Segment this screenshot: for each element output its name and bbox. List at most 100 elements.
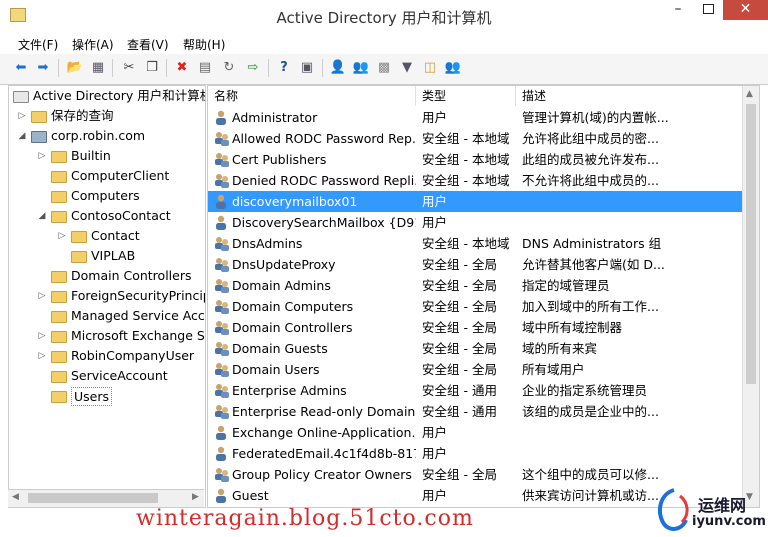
- group-icon: [215, 258, 229, 272]
- tree-item[interactable]: Managed Service Acco: [9, 306, 205, 326]
- scroll-up-icon[interactable]: ▲: [746, 89, 753, 99]
- collapse-arrow-icon[interactable]: ◢: [37, 206, 47, 226]
- menu-file[interactable]: 文件(F): [18, 36, 58, 53]
- tree-item[interactable]: Computers: [9, 186, 205, 206]
- cell-description: 该组的成员是企业中的...: [522, 404, 659, 419]
- cell-type: 安全组 - 本地域: [422, 173, 510, 188]
- tree-item-label: Microsoft Exchange Se: [71, 328, 206, 343]
- expand-arrow-icon[interactable]: ▷: [17, 106, 27, 126]
- user-icon: [216, 215, 226, 230]
- close-button[interactable]: ✕: [723, 0, 768, 20]
- filter-icon[interactable]: ▼: [398, 59, 416, 77]
- list-row[interactable]: Enterprise Read-only Domain... 安全组 - 通用 该组…: [208, 401, 743, 422]
- tree-horizontal-scrollbar[interactable]: ◀ ▶: [8, 489, 204, 507]
- scroll-thumb[interactable]: [746, 104, 756, 384]
- expand-arrow-icon[interactable]: ▷: [37, 346, 47, 366]
- tree-item[interactable]: VIPLAB: [9, 246, 205, 266]
- up-folder-icon[interactable]: 📂: [66, 59, 84, 77]
- tree-item[interactable]: ▷ RobinCompanyUser: [9, 346, 205, 366]
- tree-item[interactable]: ▷ Builtin: [9, 146, 205, 166]
- cell-description: 此组的成员被允许发布...: [522, 152, 659, 167]
- scroll-thumb[interactable]: [28, 493, 158, 503]
- cell-name: Domain Controllers: [232, 320, 353, 335]
- collapse-arrow-icon[interactable]: ◢: [17, 126, 27, 146]
- list-row[interactable]: Domain Guests 安全组 - 全局 域的所有来宾: [208, 338, 743, 359]
- minimize-button[interactable]: –: [663, 0, 693, 20]
- list-row[interactable]: Domain Controllers 安全组 - 全局 域中所有域控制器: [208, 317, 743, 338]
- maximize-button[interactable]: [693, 0, 723, 20]
- tree-item[interactable]: Domain Controllers: [9, 266, 205, 286]
- copy-icon[interactable]: ❐: [143, 59, 161, 77]
- tree-item[interactable]: ComputerClient: [9, 166, 205, 186]
- tree-item[interactable]: Users: [9, 386, 205, 406]
- list-row[interactable]: DnsUpdateProxy 安全组 - 全局 允许替其他客户端(如 D...: [208, 254, 743, 275]
- column-header-name[interactable]: 名称: [208, 86, 416, 106]
- menu-help[interactable]: 帮助(H): [183, 36, 225, 53]
- console-icon[interactable]: ▣: [298, 59, 316, 77]
- add-to-group-icon[interactable]: 👥: [444, 59, 462, 77]
- list-row[interactable]: discoverymailbox01 用户: [208, 191, 743, 212]
- export-icon[interactable]: ⇨: [244, 59, 262, 77]
- list-row[interactable]: Denied RODC Password Repli... 安全组 - 本地域 不允…: [208, 170, 743, 191]
- new-ou-icon[interactable]: ▩: [375, 59, 393, 77]
- tree-item[interactable]: ▷ Contact: [9, 226, 205, 246]
- tree-item[interactable]: ▷ ForeignSecurityPrincipa: [9, 286, 205, 306]
- folder-icon: [51, 191, 67, 203]
- folder-icon: [71, 231, 87, 243]
- list-row[interactable]: Administrator 用户 管理计算机(域)的内置帐...: [208, 107, 743, 128]
- tree-item[interactable]: ◢ ContosoContact: [9, 206, 205, 226]
- title-bar: Active Directory 用户和计算机 – ✕: [0, 0, 768, 33]
- tree-item[interactable]: ▷ 保存的查询: [9, 106, 205, 126]
- main-window: Active Directory 用户和计算机 – ✕ 文件(F) 操作(A) …: [0, 0, 768, 537]
- cell-name: Administrator: [232, 110, 318, 125]
- list-row[interactable]: Allowed RODC Password Rep... 安全组 - 本地域 允许将…: [208, 128, 743, 149]
- list-row[interactable]: Group Policy Creator Owners 安全组 - 全局 这个组中的…: [208, 464, 743, 485]
- menu-action[interactable]: 操作(A): [72, 36, 114, 53]
- tree-item[interactable]: ▷ Microsoft Exchange Se: [9, 326, 205, 346]
- cell-description: 企业的指定系统管理员: [522, 383, 648, 398]
- expand-arrow-icon[interactable]: ▷: [37, 146, 47, 166]
- scroll-left-icon[interactable]: ◀: [12, 492, 19, 502]
- cut-icon[interactable]: ✂: [120, 59, 138, 77]
- group-icon: [215, 300, 229, 314]
- new-user-icon[interactable]: 👤: [329, 59, 347, 77]
- column-header-type[interactable]: 类型: [416, 86, 516, 106]
- tree-item[interactable]: ◢ corp.robin.com: [9, 126, 205, 146]
- cell-name: Exchange Online-Application...: [232, 425, 416, 440]
- tree-root[interactable]: Active Directory 用户和计算机: [9, 86, 205, 106]
- expand-arrow-icon[interactable]: ▷: [37, 326, 47, 346]
- list-row[interactable]: FederatedEmail.4c1f4d8b-817... 用户: [208, 443, 743, 464]
- user-icon: [216, 446, 226, 461]
- list-row[interactable]: Domain Admins 安全组 - 全局 指定的域管理员: [208, 275, 743, 296]
- list-vertical-scrollbar[interactable]: ▲ ▼: [742, 86, 759, 507]
- list-row[interactable]: DnsAdmins 安全组 - 本地域 DNS Administrators 组: [208, 233, 743, 254]
- tree-item[interactable]: ServiceAccount: [9, 366, 205, 386]
- tree-item-label: VIPLAB: [91, 248, 136, 263]
- tree-root-label: Active Directory 用户和计算机: [33, 88, 206, 103]
- refresh-icon[interactable]: ↻: [220, 59, 238, 77]
- back-icon[interactable]: ⬅: [12, 59, 30, 77]
- new-group-icon[interactable]: 👥: [352, 59, 370, 77]
- cell-name: DnsUpdateProxy: [232, 257, 336, 272]
- cell-type: 安全组 - 全局: [422, 278, 497, 293]
- folder-icon: [51, 371, 67, 383]
- list-row[interactable]: Exchange Online-Application... 用户: [208, 422, 743, 443]
- list-row[interactable]: Domain Users 安全组 - 全局 所有域用户: [208, 359, 743, 380]
- show-tree-icon[interactable]: ▦: [89, 59, 107, 77]
- properties-icon[interactable]: ▤: [196, 59, 214, 77]
- find-icon[interactable]: ◫: [421, 59, 439, 77]
- help-icon[interactable]: ?: [275, 59, 293, 77]
- list-row[interactable]: Cert Publishers 安全组 - 本地域 此组的成员被允许发布...: [208, 149, 743, 170]
- scroll-right-icon[interactable]: ▶: [192, 492, 199, 502]
- list-row[interactable]: Domain Computers 安全组 - 全局 加入到域中的所有工作...: [208, 296, 743, 317]
- column-header-description[interactable]: 描述: [516, 86, 743, 106]
- list-row[interactable]: Enterprise Admins 安全组 - 通用 企业的指定系统管理员: [208, 380, 743, 401]
- forward-icon[interactable]: ➡: [34, 59, 52, 77]
- cell-name: FederatedEmail.4c1f4d8b-817...: [232, 446, 416, 461]
- group-icon: [215, 132, 229, 146]
- list-row[interactable]: DiscoverySearchMailbox {D91... 用户: [208, 212, 743, 233]
- expand-arrow-icon[interactable]: ▷: [37, 286, 47, 306]
- menu-view[interactable]: 查看(V): [127, 36, 169, 53]
- delete-icon[interactable]: ✖: [173, 59, 191, 77]
- expand-arrow-icon[interactable]: ▷: [57, 226, 67, 246]
